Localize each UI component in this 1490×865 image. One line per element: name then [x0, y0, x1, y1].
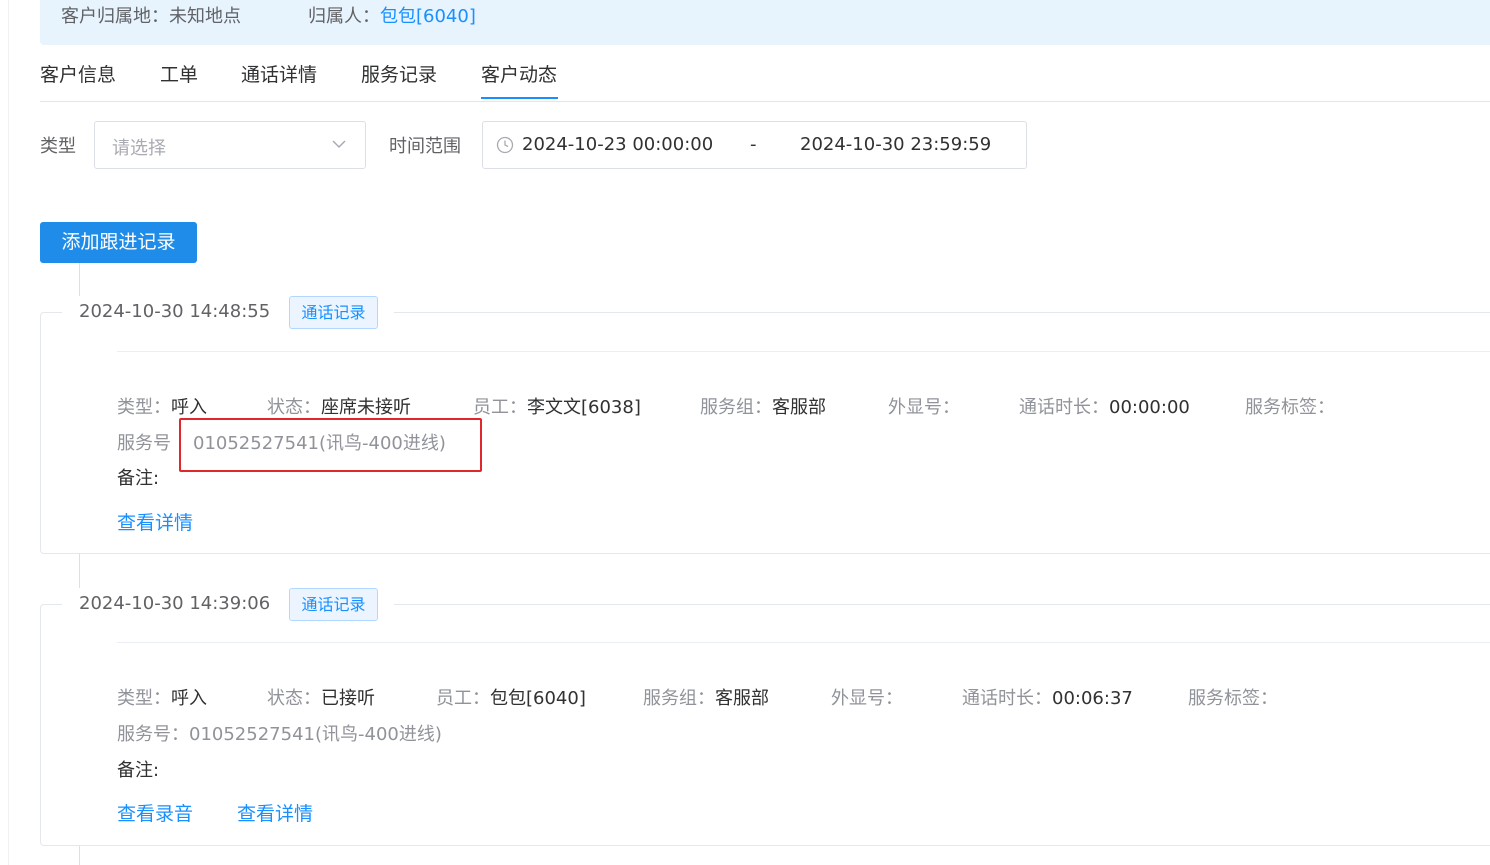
service-tag-label: 服务标签：: [1245, 397, 1335, 418]
type-select[interactable]: 请选择: [94, 121, 366, 169]
staff-field: 员工：李文文[6038]: [473, 393, 641, 419]
service-group-field: 服务组：客服部: [643, 684, 769, 710]
chevron-down-icon: [331, 136, 347, 152]
staff-label: 员工：: [473, 397, 527, 418]
service-number-field: 服务号：01052527541(讯鸟-400进线): [117, 720, 442, 746]
owner-value-link[interactable]: 包包[6040]: [380, 6, 476, 27]
call-type-field: 类型：呼入: [117, 684, 207, 710]
divider: [394, 604, 1490, 605]
call-type-label: 类型：: [117, 397, 171, 418]
type-select-placeholder: 请选择: [112, 138, 166, 159]
remark-label: 备注:: [117, 468, 160, 489]
remark-label: 备注:: [117, 760, 160, 781]
service-tag-label: 服务标签：: [1188, 688, 1278, 709]
owner-label: 归属人：: [308, 6, 380, 27]
owner-field: 归属人：包包[6040]: [308, 2, 476, 28]
view-details-link[interactable]: 查看详情: [237, 799, 313, 826]
time-range-label: 时间范围: [389, 136, 461, 157]
timeline-line: [79, 553, 80, 589]
date-end-input[interactable]: 2024-10-30 23:59:59: [800, 134, 991, 155]
location-field: 客户归属地：未知地点: [61, 2, 241, 28]
service-group-label: 服务组：: [700, 397, 772, 418]
highlight-box: [179, 418, 482, 472]
tab-call-details[interactable]: 通话详情: [241, 60, 317, 87]
tab-service-records[interactable]: 服务记录: [361, 60, 437, 87]
call-status-field: 状态：已接听: [267, 684, 375, 710]
service-number-field: 服务号: [117, 429, 171, 455]
call-status-label: 状态：: [267, 688, 321, 709]
active-tab-indicator: [481, 97, 558, 99]
staff-label: 员工：: [436, 688, 490, 709]
tab-work-order[interactable]: 工单: [160, 60, 198, 87]
tab-customer-info[interactable]: 客户信息: [40, 60, 116, 87]
tab-bar: 客户信息 工单 通话详情 服务记录 客户动态: [40, 58, 1490, 102]
service-group-value: 客服部: [715, 688, 769, 709]
call-duration-value: 00:00:00: [1109, 397, 1190, 418]
divider: [117, 642, 1490, 643]
timeline-line: [79, 845, 80, 865]
service-group-label: 服务组：: [643, 688, 715, 709]
divider: [117, 351, 1490, 352]
type-filter-label: 类型: [40, 136, 76, 157]
call-type-value: 呼入: [171, 688, 207, 709]
call-type-field: 类型：呼入: [117, 393, 207, 419]
view-recording-link[interactable]: 查看录音: [117, 799, 193, 826]
call-status-label: 状态：: [267, 397, 321, 418]
service-tag-field: 服务标签：: [1188, 684, 1278, 710]
location-value: 未知地点: [169, 6, 241, 27]
call-duration-field: 通话时长：00:06:37: [962, 684, 1133, 710]
service-number-label: 服务号: [117, 433, 171, 454]
call-status-value: 座席未接听: [321, 397, 411, 418]
call-status-field: 状态：座席未接听: [267, 393, 411, 419]
call-record-tag: 通话记录: [289, 296, 378, 329]
divider: [394, 312, 1490, 313]
customer-info-bar: 客户归属地：未知地点 归属人：包包[6040]: [40, 0, 1490, 45]
page-left-border: [8, 0, 9, 865]
display-number-field: 外显号：: [888, 393, 960, 419]
call-type-value: 呼入: [171, 397, 207, 418]
staff-field: 员工：包包[6040]: [436, 684, 586, 710]
service-group-field: 服务组：客服部: [700, 393, 826, 419]
service-number-value: 01052527541(讯鸟-400进线): [189, 724, 442, 745]
display-number-field: 外显号：: [831, 684, 903, 710]
service-tag-field: 服务标签：: [1245, 393, 1335, 419]
call-status-value: 已接听: [321, 688, 375, 709]
add-follow-up-button[interactable]: 添加跟进记录: [40, 222, 197, 263]
call-duration-label: 通话时长：: [1019, 397, 1109, 418]
record-timestamp: 2024-10-30 14:39:06: [79, 593, 271, 614]
staff-value: 李文文[6038]: [527, 397, 641, 418]
tab-customer-activity[interactable]: 客户动态: [481, 60, 557, 87]
service-group-value: 客服部: [772, 397, 826, 418]
date-separator: -: [750, 134, 757, 155]
date-range-picker[interactable]: 2024-10-23 00:00:00 - 2024-10-30 23:59:5…: [482, 121, 1027, 169]
staff-value: 包包[6040]: [490, 688, 586, 709]
location-label: 客户归属地：: [61, 6, 169, 27]
display-number-label: 外显号：: [831, 688, 903, 709]
call-duration-value: 00:06:37: [1052, 688, 1133, 709]
service-number-label: 服务号：: [117, 724, 189, 745]
timeline-line: [79, 263, 80, 297]
call-record-tag: 通话记录: [289, 588, 378, 621]
call-duration-field: 通话时长：00:00:00: [1019, 393, 1190, 419]
date-start-input[interactable]: 2024-10-23 00:00:00: [522, 134, 713, 155]
display-number-label: 外显号：: [888, 397, 960, 418]
call-type-label: 类型：: [117, 688, 171, 709]
view-details-link[interactable]: 查看详情: [117, 508, 193, 535]
clock-icon: [496, 136, 514, 154]
call-duration-label: 通话时长：: [962, 688, 1052, 709]
record-timestamp: 2024-10-30 14:48:55: [79, 301, 271, 322]
